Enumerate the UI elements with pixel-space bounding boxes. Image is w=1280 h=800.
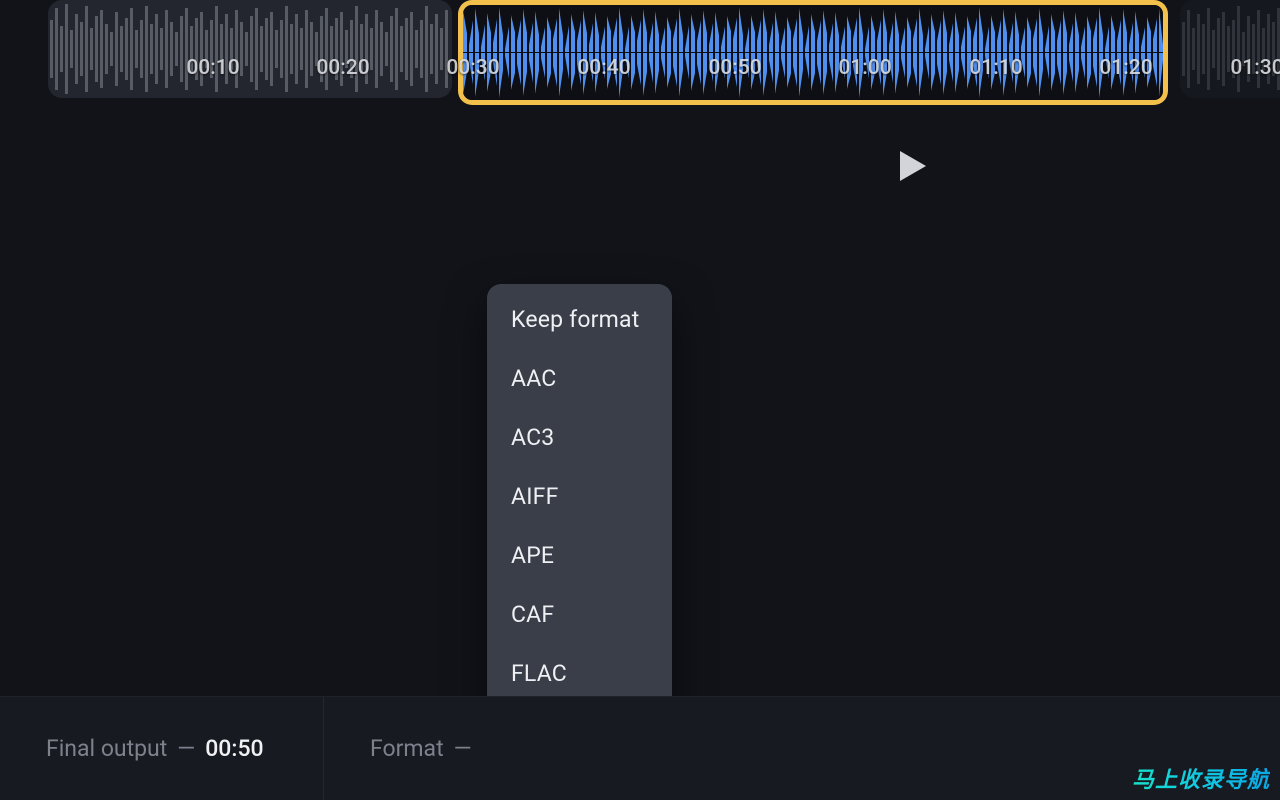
- format-option-ac3[interactable]: AC3: [487, 408, 672, 467]
- waveform-dimmed-icon: [48, 0, 452, 98]
- format-option-aac[interactable]: AAC: [487, 349, 672, 408]
- waveform-dimmed-right-icon: [1180, 0, 1280, 98]
- dash-separator: —: [177, 735, 195, 762]
- final-output-label: Final output: [46, 735, 167, 762]
- clip-selected[interactable]: [458, 0, 1168, 105]
- format-cell[interactable]: Format —: [324, 697, 528, 800]
- clip-unselected-left[interactable]: [48, 0, 452, 98]
- format-option-ape[interactable]: APE: [487, 526, 672, 585]
- timeline[interactable]: 00:10 00:20 00:30 00:40 00:50 01:00 01:1…: [0, 0, 1280, 105]
- format-option-flac[interactable]: FLAC: [487, 644, 672, 703]
- play-icon: [898, 149, 928, 183]
- format-label: Format: [370, 735, 444, 762]
- clip-unselected-right[interactable]: [1180, 0, 1280, 98]
- dash-separator: —: [454, 735, 472, 762]
- format-option-aiff[interactable]: AIFF: [487, 467, 672, 526]
- play-button[interactable]: [894, 147, 932, 185]
- format-dropdown-menu[interactable]: Keep format AAC AC3 AIFF APE CAF FLAC M4…: [487, 284, 672, 756]
- final-output-cell: Final output — 00:50: [0, 697, 324, 800]
- waveform-selected-icon: [463, 5, 1163, 100]
- bottom-bar: Final output — 00:50 Format —: [0, 696, 1280, 800]
- format-option-keep[interactable]: Keep format: [487, 292, 672, 349]
- final-output-value: 00:50: [205, 735, 263, 762]
- format-option-caf[interactable]: CAF: [487, 585, 672, 644]
